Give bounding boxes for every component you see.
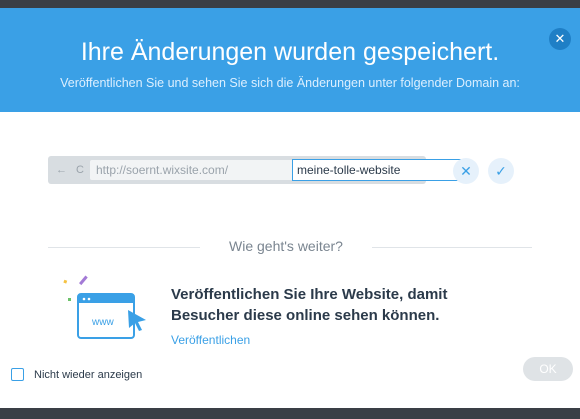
publish-link[interactable]: Veröffentlichen <box>171 333 250 347</box>
dialog-header: Ihre Änderungen wurden gespeichert. Verö… <box>0 8 580 112</box>
divider-left <box>48 247 200 248</box>
close-icon: ✕ <box>554 31 566 46</box>
browser-nav-icons: ← C <box>56 164 87 176</box>
domain-url-bar: ← C http://soernt.wixsite.com/ <box>48 156 462 184</box>
site-name-input[interactable] <box>292 159 462 181</box>
save-confirmation-dialog: Ihre Änderungen wurden gespeichert. Verö… <box>0 8 580 408</box>
close-icon: ✕ <box>460 163 472 179</box>
checkmark-icon: ✓ <box>495 163 507 179</box>
url-field: http://soernt.wixsite.com/ <box>90 159 462 181</box>
cancel-edit-button[interactable]: ✕ <box>453 158 479 184</box>
backdrop-top <box>0 0 580 8</box>
close-button[interactable]: ✕ <box>549 28 571 50</box>
publish-illustration-icon: www <box>62 270 152 340</box>
divider-right <box>372 247 532 248</box>
publish-promo-text: Veröffentlichen Sie Ihre Website, damit … <box>171 286 448 324</box>
backdrop-bottom <box>0 408 580 419</box>
illustration-www-text: www <box>91 317 114 328</box>
dont-show-again-label: Nicht wieder anzeigen <box>34 369 143 381</box>
dont-show-again-checkbox[interactable] <box>11 368 24 381</box>
confirm-edit-button[interactable]: ✓ <box>488 158 514 184</box>
dialog-title: Ihre Änderungen wurden gespeichert. <box>80 38 500 66</box>
section-title: Wie geht's weiter? <box>229 238 343 254</box>
url-prefix: http://soernt.wixsite.com/ <box>96 163 229 177</box>
dialog-subtitle: Veröffentlichen Sie und sehen Sie sich d… <box>60 76 520 90</box>
ok-button[interactable]: OK <box>523 357 573 381</box>
